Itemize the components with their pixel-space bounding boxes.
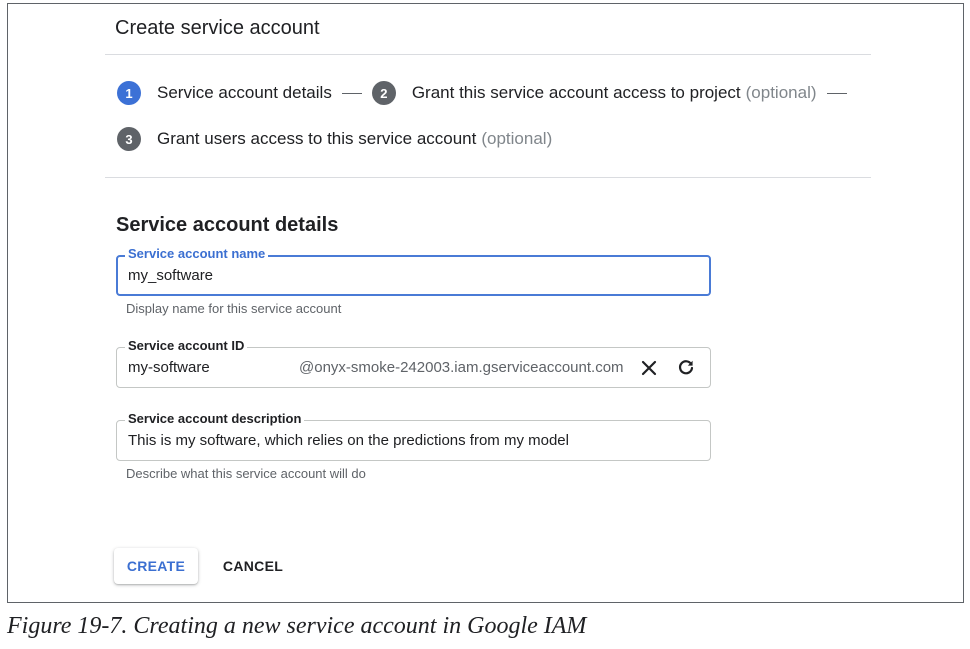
service-account-name-field[interactable]: Service account name my_software (116, 246, 711, 296)
service-account-description-input[interactable]: This is my software, which relies on the… (128, 432, 569, 449)
page-title: Create service account (115, 17, 320, 39)
service-account-id-input[interactable]: my-software (128, 359, 210, 376)
step-2-optional: (optional) (745, 83, 817, 102)
service-account-id-label: Service account ID (125, 338, 248, 353)
create-button[interactable]: CREATE (114, 548, 198, 584)
stepper-divider (105, 177, 871, 178)
section-title: Service account details (116, 214, 339, 236)
step-3-number: 3 (117, 127, 141, 151)
step-3-optional: (optional) (481, 129, 553, 148)
step-2-label[interactable]: Grant this service account access to pro… (412, 83, 741, 103)
service-account-id-domain: @onyx-smoke-242003.iam.gserviceaccount.c… (299, 359, 624, 376)
step-1-number: 1 (117, 81, 141, 105)
refresh-icon[interactable] (674, 355, 698, 381)
step-1-label[interactable]: Service account details (157, 83, 332, 103)
stepper: 1 Service account details 2 Grant this s… (117, 81, 857, 105)
service-account-description-helper: Describe what this service account will … (126, 466, 366, 481)
dialog-frame: Create service account 1 Service account… (7, 3, 964, 603)
refresh-icon-glyph (678, 360, 694, 375)
service-account-description-label: Service account description (125, 411, 305, 426)
service-account-description-field[interactable]: Service account description This is my s… (116, 411, 711, 461)
close-icon[interactable] (637, 355, 661, 381)
step-3-label[interactable]: Grant users access to this service accou… (157, 129, 476, 149)
service-account-id-field[interactable]: Service account ID my-software @onyx-smo… (116, 338, 711, 388)
service-account-name-label: Service account name (125, 246, 269, 261)
close-icon-glyph (641, 360, 657, 376)
step-separator (341, 92, 362, 94)
step-2-number: 2 (371, 81, 396, 105)
step-separator (826, 92, 847, 94)
service-account-name-input[interactable]: my_software (128, 267, 213, 284)
cancel-button[interactable]: CANCEL (213, 548, 293, 584)
service-account-name-helper: Display name for this service account (126, 301, 342, 316)
figure-caption: Figure 19-7. Creating a new service acco… (7, 613, 587, 639)
header-divider (105, 54, 871, 55)
stepper-continued: 3 Grant users access to this service acc… (117, 127, 552, 151)
